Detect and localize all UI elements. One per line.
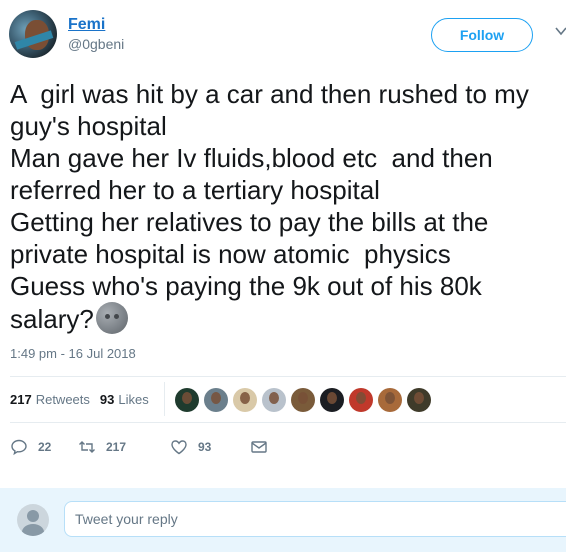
user-avatar-placeholder [17,504,49,536]
liker-avatars [175,388,436,412]
retweet-icon [79,441,95,453]
like-count: 93 [198,440,212,454]
liker-avatar[interactable] [378,388,402,412]
liker-avatar[interactable] [349,388,373,412]
tweet-line: referred her to a tertiary hospital [10,175,380,205]
tweet-timestamp[interactable]: 1:49 pm - 16 Jul 2018 [10,346,136,361]
reply-box [0,488,566,552]
tweet-actions: 22 217 93 [10,436,278,458]
new-moon-face-emoji [95,302,128,334]
author-avatar[interactable] [9,10,57,58]
tweet-line: Guess who's paying the 9k out of his 80k [10,271,482,301]
author-display-name[interactable]: Femi [68,16,124,34]
reply-icon [11,439,27,456]
tweet-line: A girl was hit by a car and then rushed … [10,79,529,109]
envelope-icon [251,441,267,453]
retweets-count: 217 [10,391,32,407]
likes-stat[interactable]: 93 Likes [100,392,149,407]
tweet-line: private hospital is now atomic physics [10,239,451,269]
divider [10,422,566,423]
tweet-line: Getting her relatives to pay the bills a… [10,207,489,237]
heart-icon [171,440,187,455]
tweet-text: A girl was hit by a car and then rushed … [10,78,566,335]
likes-label: Likes [118,391,149,407]
like-action[interactable]: 93 [170,438,250,456]
retweet-action[interactable]: 217 [78,438,160,456]
follow-button[interactable]: Follow [431,18,533,52]
tweet-stats: 217 Retweets 93 Likes [10,384,159,414]
reply-input[interactable] [64,501,566,537]
retweet-count: 217 [106,440,127,454]
reply-action[interactable]: 22 [10,438,70,456]
tweet-line: Man gave her Iv fluids,blood etc and the… [10,143,493,173]
liker-avatar[interactable] [175,388,199,412]
liker-avatar[interactable] [320,388,344,412]
tweet-line: guy's hospital [10,111,167,141]
liker-avatar[interactable] [291,388,315,412]
liker-avatar[interactable] [262,388,286,412]
reply-count: 22 [38,440,52,454]
author-names: Femi @0gbeni [68,16,124,54]
author-handle[interactable]: @0gbeni [68,34,124,54]
direct-message-action[interactable] [250,438,278,456]
liker-avatar[interactable] [407,388,431,412]
likes-count: 93 [99,391,115,407]
tweet-header: Femi @0gbeni Follow [9,10,566,66]
tweet-line: salary? [10,304,94,334]
chevron-down-icon[interactable] [554,24,566,38]
liker-avatar[interactable] [233,388,257,412]
stats-separator [164,382,165,416]
liker-avatar[interactable] [204,388,228,412]
divider [10,376,566,377]
retweets-stat[interactable]: 217 Retweets [10,392,90,407]
retweets-label: Retweets [35,391,90,407]
